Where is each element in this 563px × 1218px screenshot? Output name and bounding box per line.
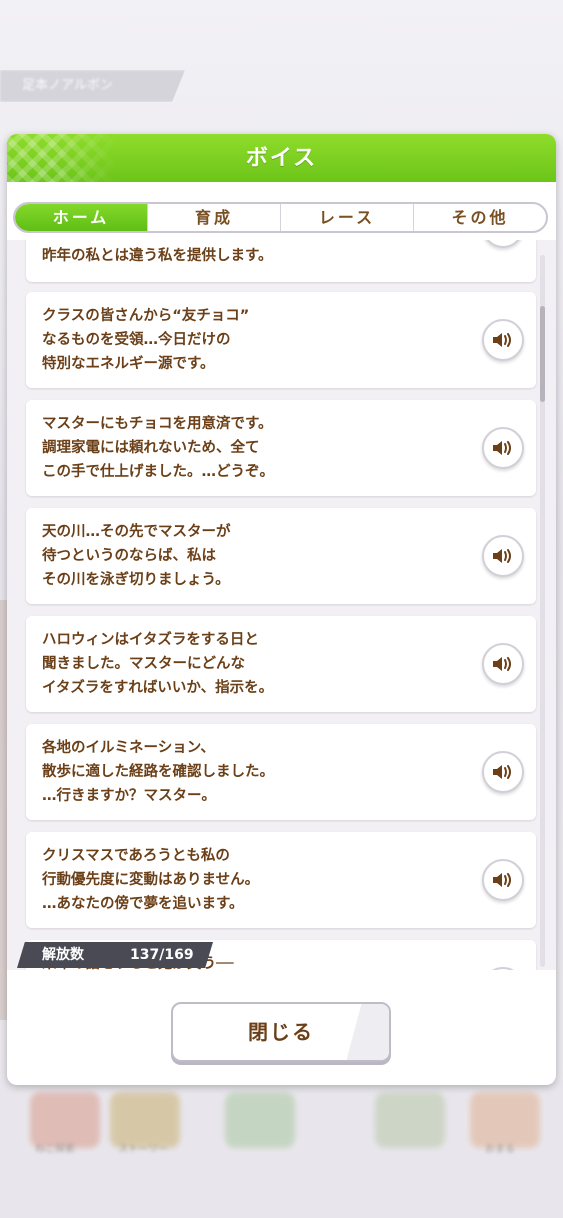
scrollbar-thumb[interactable] — [540, 306, 545, 402]
dialog-title: ボイス — [245, 146, 318, 171]
speaker-icon — [493, 765, 511, 779]
voice-card: マスターにもチョコを用意済です。 調理家電には頼れないため、全て この手で仕上げ… — [26, 400, 536, 496]
tab-other[interactable]: その他 — [413, 204, 546, 231]
play-voice-button[interactable] — [482, 535, 524, 577]
unlock-count: 137/169 — [130, 947, 194, 963]
voice-line-text: マスターにもチョコを用意済です。 調理家電には頼れないため、全て この手で仕上げ… — [42, 416, 274, 480]
speaker-icon — [493, 549, 511, 563]
voice-line-text: 天の川…その先でマスターが 待つというのならば、私は その川を泳ぎ切りましょう。 — [42, 524, 231, 588]
voice-card: クリスマスであろうとも私の 行動優先度に変動はありません。 …あなたの傍で夢を追… — [26, 832, 536, 928]
voice-line-text: ハロウィンはイタズラをする日と 聞きました。マスターにどんな イタズラをすればい… — [42, 632, 274, 696]
tab-bar: ホーム 育成 レース その他 — [13, 202, 548, 233]
close-button[interactable]: 閉じる — [171, 1002, 391, 1062]
voice-dialog: ボイス ホーム 育成 レース その他 昨年の私とは違う私を提供します。 クラスの… — [7, 134, 556, 1085]
unlock-label: 解放数 — [42, 947, 84, 963]
background-menu-icon — [225, 1092, 295, 1148]
tab-home[interactable]: ホーム — [15, 204, 147, 231]
speaker-icon — [493, 333, 511, 347]
voice-list[interactable]: 昨年の私とは違う私を提供します。 クラスの皆さんから“友チョコ” なるものを受領… — [7, 240, 556, 970]
voice-line-text: 昨年の私とは違う私を提供します。 — [42, 248, 273, 264]
voice-line-text: クラスの皆さんから“友チョコ” なるものを受領…今日だけの 特別なエネルギー源で… — [42, 308, 250, 372]
button-shine — [319, 1004, 389, 1060]
voice-line-text: クリスマスであろうとも私の 行動優先度に変動はありません。 …あなたの傍で夢を追… — [42, 848, 260, 912]
background-menu-label: ねこ探索 — [35, 1144, 75, 1155]
play-voice-button[interactable] — [482, 427, 524, 469]
background-character-tag: 足本ノアルボン — [0, 70, 185, 102]
speaker-icon — [493, 441, 511, 455]
tab-race[interactable]: レース — [280, 204, 413, 231]
play-voice-button[interactable] — [482, 751, 524, 793]
voice-line-text: 各地のイルミネーション、 散歩に適した経路を確認しました。 …行きますか？マスタ… — [42, 740, 274, 804]
voice-card: 昨年の私とは違う私を提供します。 — [26, 240, 536, 282]
play-voice-button[interactable] — [482, 319, 524, 361]
background-menu-icon — [375, 1092, 445, 1148]
play-voice-button[interactable] — [482, 967, 524, 970]
play-voice-button[interactable] — [482, 240, 524, 248]
play-voice-button[interactable] — [482, 643, 524, 685]
speaker-icon — [493, 657, 511, 671]
unlock-count-badge: 解放数 137/169 — [17, 942, 213, 968]
voice-card: クラスの皆さんから“友チョコ” なるものを受領…今日だけの 特別なエネルギー源で… — [26, 292, 536, 388]
speaker-icon — [493, 873, 511, 887]
dialog-header: ボイス — [7, 134, 556, 182]
voice-card: 天の川…その先でマスターが 待つというのならば、私は その川を泳ぎ切りましょう。 — [26, 508, 536, 604]
play-voice-button[interactable] — [482, 859, 524, 901]
voice-card: ハロウィンはイタズラをする日と 聞きました。マスターにどんな イタズラをすればい… — [26, 616, 536, 712]
close-button-label: 閉じる — [248, 1020, 314, 1044]
tab-training[interactable]: 育成 — [147, 204, 280, 231]
background-menu-label: おまる — [485, 1144, 515, 1155]
voice-card: 各地のイルミネーション、 散歩に適した経路を確認しました。 …行きますか？マスタ… — [26, 724, 536, 820]
background-menu-label: ストーリー — [118, 1144, 168, 1155]
